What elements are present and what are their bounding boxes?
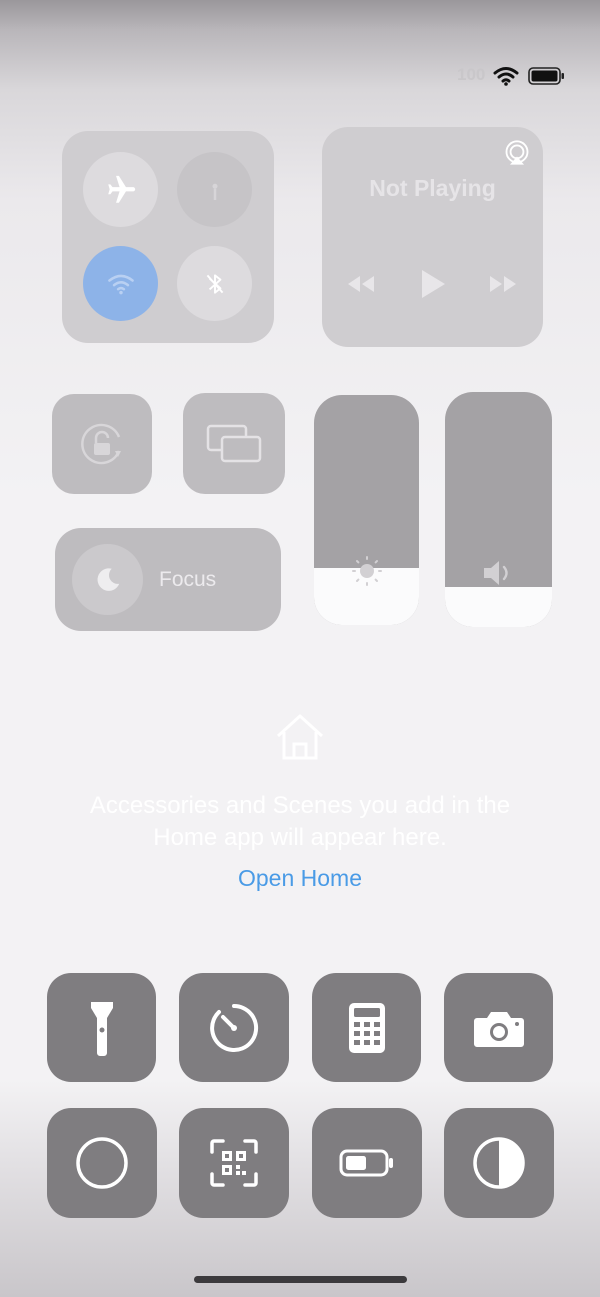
home-icon: [274, 712, 326, 762]
bluetooth-toggle[interactable]: [177, 246, 252, 321]
battery-percentage: 100: [457, 65, 486, 84]
home-message-line2: Home app will appear here.: [153, 824, 447, 851]
airplane-mode-toggle[interactable]: [83, 152, 158, 227]
calculator-icon: [348, 1002, 385, 1053]
wifi-status-icon: [493, 66, 519, 86]
volume-slider[interactable]: [445, 392, 552, 627]
airplay-icon[interactable]: [503, 139, 531, 167]
screen-mirroring-icon: [206, 424, 262, 462]
speaker-icon: [481, 558, 517, 588]
now-playing-text: Not Playing: [369, 175, 496, 201]
wifi-toggle[interactable]: [83, 246, 158, 321]
rotation-lock-icon: [81, 423, 121, 465]
bluetooth-off-icon: [206, 273, 223, 294]
battery-icon: [528, 67, 566, 85]
now-playing-module[interactable]: Not Playing: [322, 127, 543, 347]
camera-icon: [473, 1011, 524, 1047]
flashlight-button[interactable]: [47, 973, 156, 1082]
connectivity-module: [62, 131, 274, 343]
dark-mode-icon: [473, 1137, 525, 1189]
cellular-data-toggle[interactable]: [177, 152, 252, 227]
status-bar: 100: [455, 64, 575, 88]
rewind-icon: [348, 276, 374, 292]
qr-code-icon: [210, 1139, 258, 1187]
brightness-slider[interactable]: [314, 395, 419, 625]
screen-mirroring-button[interactable]: [183, 393, 285, 494]
play-icon: [422, 270, 445, 298]
screen-recording-button[interactable]: [47, 1108, 157, 1218]
wifi-icon: [107, 274, 134, 294]
flashlight-icon: [90, 1001, 113, 1056]
previous-track-button[interactable]: [344, 272, 378, 296]
fast-forward-icon: [490, 276, 516, 292]
camera-button[interactable]: [444, 973, 553, 1082]
timer-icon: [210, 1003, 259, 1052]
focus-label: Focus: [159, 568, 217, 591]
focus-moon-circle: [72, 544, 143, 615]
orientation-lock-button[interactable]: [52, 394, 152, 494]
next-track-button[interactable]: [486, 272, 520, 296]
timer-button[interactable]: [179, 973, 289, 1082]
brightness-icon: [351, 555, 383, 587]
moon-icon: [97, 567, 119, 591]
dark-mode-button[interactable]: [444, 1108, 554, 1218]
antenna-icon: [212, 183, 217, 200]
open-home-link[interactable]: Open Home: [0, 865, 600, 892]
home-indicator[interactable]: [194, 1276, 407, 1283]
focus-button[interactable]: Focus: [55, 528, 281, 631]
record-icon: [76, 1137, 128, 1189]
code-scanner-button[interactable]: [179, 1108, 289, 1218]
calculator-button[interactable]: [312, 973, 421, 1082]
low-power-mode-button[interactable]: [312, 1108, 422, 1218]
home-message-line1: Accessories and Scenes you add in the: [89, 792, 511, 819]
battery-icon: [339, 1149, 393, 1177]
airplane-icon: [107, 175, 135, 203]
play-button[interactable]: [418, 267, 448, 301]
volume-fill: [445, 587, 552, 627]
